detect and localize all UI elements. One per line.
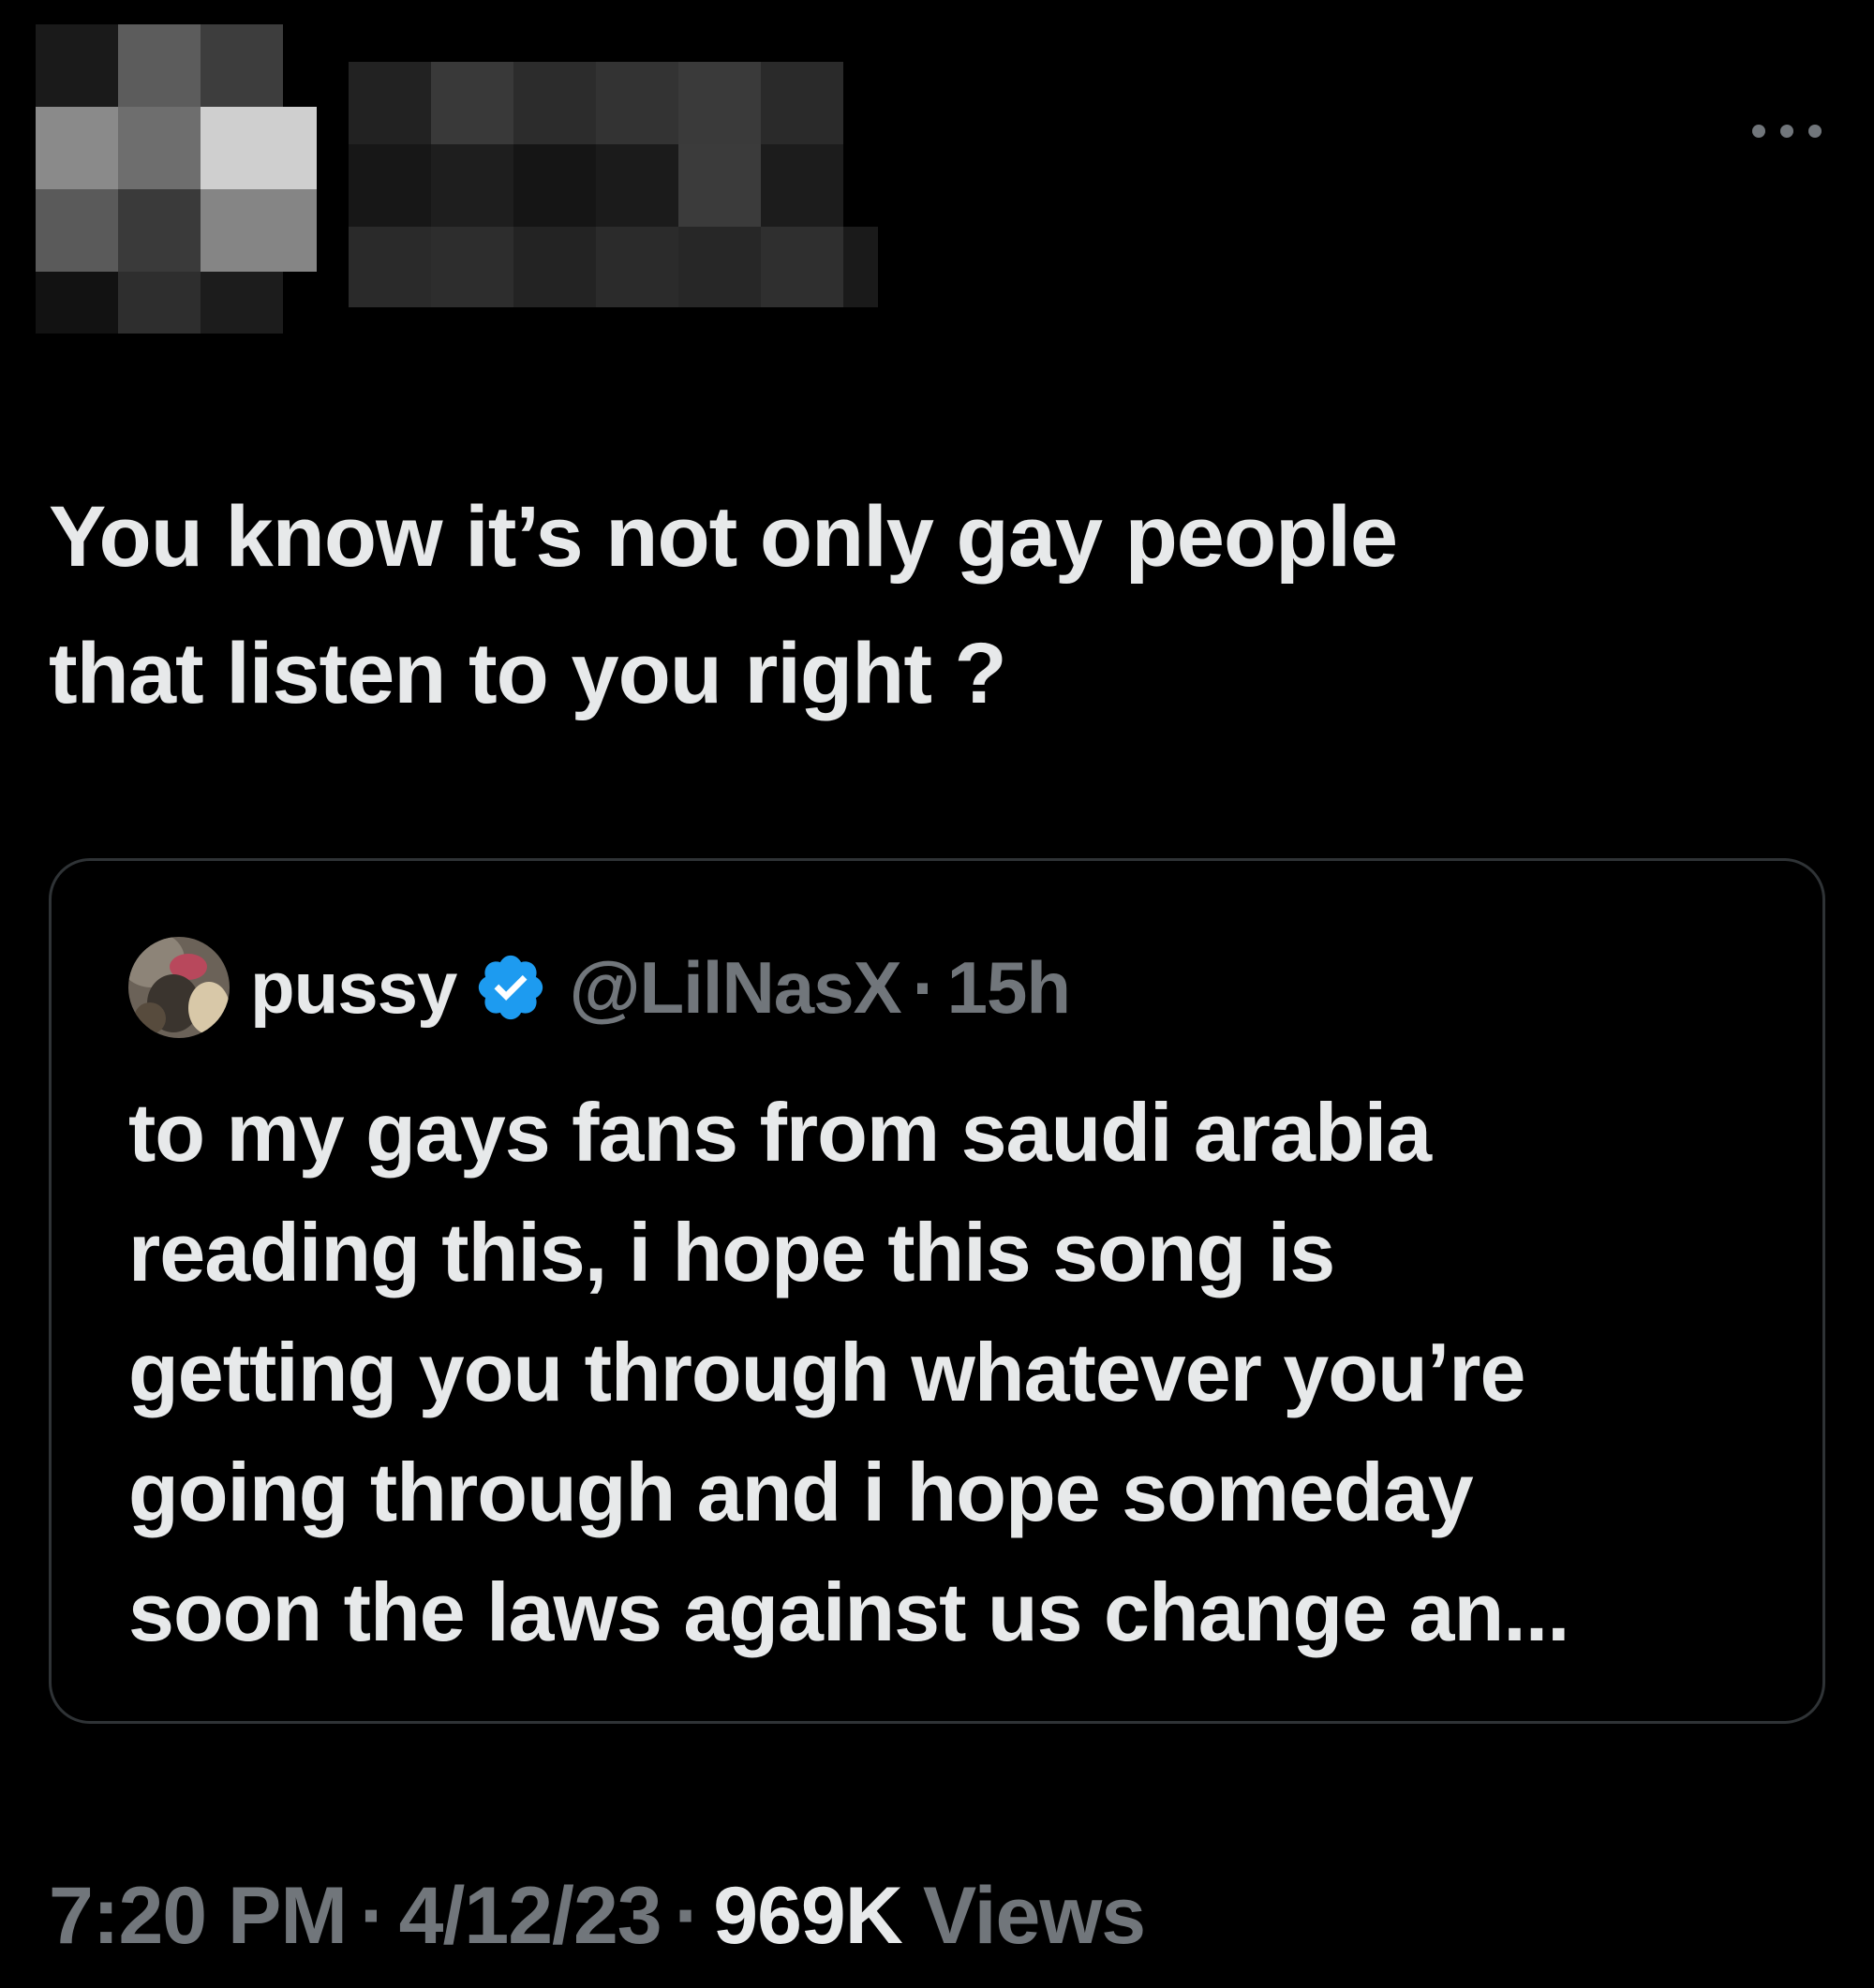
tweet-text-line: You know it’s not only gay people [49, 489, 1398, 585]
quoted-tweet-timestamp[interactable]: 15h [947, 945, 1071, 1031]
quoted-tweet-text: to my gays fans from saudi arabia reading… [128, 1073, 1796, 1672]
quoted-author-name[interactable]: pussy [250, 945, 457, 1031]
author-name-pixelated[interactable] [349, 62, 878, 307]
tweet-metadata: 7:20 PM · 4/12/23 · 969K Views [49, 1864, 1146, 1967]
quoted-tweet-header: pussy @LilNasX · 15h [128, 936, 1071, 1039]
views-label[interactable]: Views [923, 1870, 1146, 1963]
quoted-tweet-line: getting you through whatever you’re [128, 1326, 1525, 1418]
separator-dot: · [674, 1870, 702, 1961]
tweet-date[interactable]: 4/12/23 [399, 1870, 662, 1963]
quoted-tweet-line: reading this, i hope this song is [128, 1206, 1335, 1298]
quoted-author-avatar[interactable] [128, 937, 230, 1038]
tweet-text-line: that listen to you right ? [49, 626, 1007, 721]
tweet-text: You know it’s not only gay people that li… [49, 468, 1792, 742]
verified-badge-icon [479, 955, 543, 1020]
tweet-author-header [0, 0, 1874, 356]
quoted-tweet-card[interactable]: pussy @LilNasX · 15h to my gays fans fro… [49, 858, 1825, 1724]
quoted-tweet-line: to my gays fans from saudi arabia [128, 1086, 1432, 1179]
views-count[interactable]: 969K [713, 1870, 903, 1963]
author-avatar-pixelated[interactable] [36, 24, 317, 334]
separator-dot: · [912, 945, 937, 1029]
more-options-button[interactable] [1745, 111, 1829, 152]
quoted-tweet-line: soon the laws against us change an... [128, 1565, 1570, 1658]
separator-dot: · [360, 1870, 387, 1961]
quoted-tweet-line: going through and i hope someday [128, 1446, 1474, 1538]
quoted-author-handle[interactable]: @LilNasX [569, 945, 901, 1031]
tweet-time[interactable]: 7:20 PM [49, 1870, 348, 1963]
more-horizontal-icon [1752, 125, 1822, 138]
